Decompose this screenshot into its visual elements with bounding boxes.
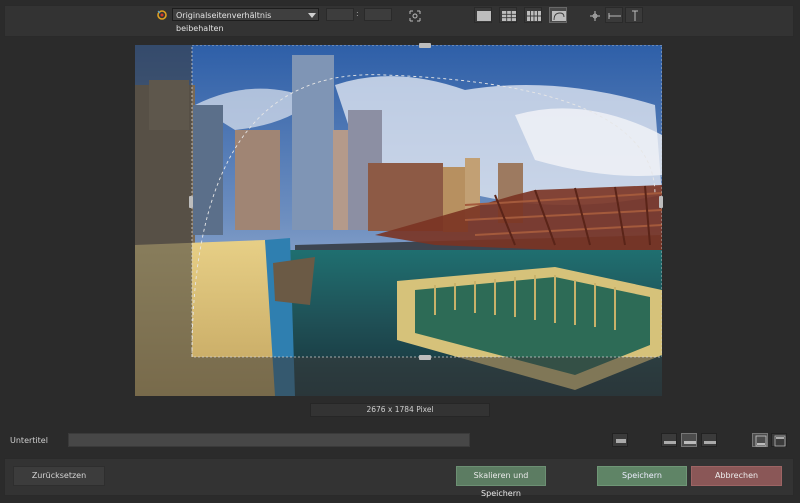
position-bottom-icon <box>755 435 767 447</box>
reset-button[interactable]: Zurücksetzen <box>13 466 105 486</box>
ratio-separator: : <box>356 9 359 18</box>
grid-golden-spiral-icon <box>552 11 566 21</box>
align-left-icon <box>664 441 676 444</box>
harbor-city-photo <box>135 45 662 396</box>
vertical-guide-button[interactable] <box>625 7 643 23</box>
crop-handle-right[interactable] <box>659 196 663 208</box>
center-crop-icon <box>409 10 421 22</box>
position-bottom-button[interactable] <box>752 433 768 447</box>
align-center-button[interactable] <box>681 433 697 447</box>
subtitle-text-box-button[interactable] <box>612 433 628 447</box>
chevron-down-icon <box>308 13 316 18</box>
subtitle-input[interactable] <box>68 433 470 447</box>
crop-handle-left[interactable] <box>189 196 193 208</box>
subtitle-label: Untertitel <box>10 436 48 445</box>
image-size-label: 2676 x 1784 Pixel <box>310 403 490 417</box>
position-top-icon <box>774 435 786 447</box>
center-crop-button[interactable] <box>405 7 423 23</box>
align-center-icon <box>684 441 696 444</box>
grid-none-button[interactable] <box>474 7 492 23</box>
crop-handle-bottom[interactable] <box>419 355 431 360</box>
vertical-guide-icon <box>632 10 638 21</box>
position-top-button[interactable] <box>771 433 787 447</box>
grid-3x3-button[interactable] <box>499 7 517 23</box>
grid-4x3-icon <box>527 11 541 21</box>
aspect-ratio-lock-icon[interactable] <box>156 9 168 21</box>
subtitle-text-box-icon <box>616 439 626 443</box>
ratio-width-input[interactable] <box>326 8 354 21</box>
align-right-icon <box>704 441 716 444</box>
align-left-button[interactable] <box>661 433 677 447</box>
grid-none-icon <box>477 11 491 21</box>
align-right-button[interactable] <box>701 433 717 447</box>
horizontal-guide-icon <box>608 13 621 19</box>
grid-golden-spiral-button[interactable] <box>549 7 567 23</box>
scale-and-save-button[interactable]: Skalieren und Speichern <box>456 466 546 498</box>
aspect-ratio-select[interactable]: Originalseitenverhältnis beibehalten <box>172 8 319 33</box>
crop-handle-top[interactable] <box>419 43 431 48</box>
crosshair-button[interactable] <box>585 7 603 23</box>
horizontal-guide-button[interactable] <box>605 7 623 23</box>
crop-toolbar <box>4 5 794 37</box>
photo-canvas[interactable] <box>135 45 662 396</box>
cancel-button[interactable]: Abbrechen <box>691 466 782 486</box>
grid-3x3-icon <box>502 11 516 21</box>
crosshair-icon <box>590 11 600 21</box>
grid-4x3-button[interactable] <box>524 7 542 23</box>
save-button[interactable]: Speichern <box>597 466 687 486</box>
ratio-height-input[interactable] <box>364 8 392 21</box>
